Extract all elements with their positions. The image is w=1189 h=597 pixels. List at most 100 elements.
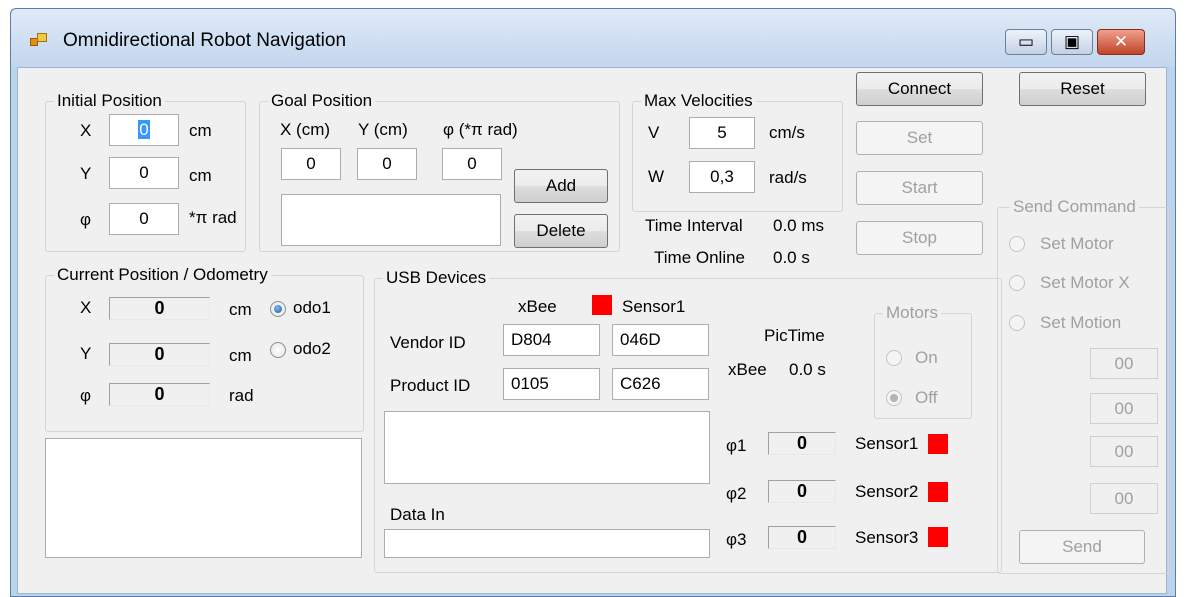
sensor2-label: Sensor2 xyxy=(855,482,919,501)
usb-output-textbox[interactable] xyxy=(384,411,710,484)
sensor1-status-indicator xyxy=(928,434,948,454)
goal-list[interactable] xyxy=(281,194,501,246)
minimize-button[interactable]: ▭ xyxy=(1005,29,1047,55)
xbee-vendor-id[interactable]: D804 xyxy=(503,324,600,356)
command-field-1[interactable]: 00 xyxy=(1090,348,1158,379)
xbee-time-label: xBee xyxy=(728,360,767,379)
delete-goal-button[interactable]: Delete xyxy=(514,214,608,248)
goal-phi-header: φ (*π rad) xyxy=(443,120,518,139)
data-in-input[interactable] xyxy=(384,529,710,558)
phi3-label: φ3 xyxy=(726,530,747,549)
data-in-label: Data In xyxy=(390,505,445,524)
goal-position-title: Goal Position xyxy=(268,91,376,111)
odo2-radio[interactable] xyxy=(270,342,286,358)
sensor3-label: Sensor3 xyxy=(855,528,919,547)
initial-y-input[interactable]: 0 xyxy=(109,157,179,189)
current-y-label: Y xyxy=(80,344,92,363)
motors-off-radio[interactable] xyxy=(886,390,902,406)
velocity-w-input[interactable]: 0,3 xyxy=(689,161,755,193)
phi1-value: 0 xyxy=(768,432,836,455)
initial-y-label: Y xyxy=(80,164,92,183)
phi2-label: φ2 xyxy=(726,484,747,503)
initial-phi-label: φ xyxy=(80,210,92,229)
window-title: Omnidirectional Robot Navigation xyxy=(63,30,347,51)
command-field-3[interactable]: 00 xyxy=(1090,436,1158,467)
odo2-label: odo2 xyxy=(293,339,331,358)
current-x-value: 0 xyxy=(109,297,210,320)
motors-title: Motors xyxy=(883,303,941,323)
stop-button[interactable]: Stop xyxy=(856,221,983,255)
command-field-2[interactable]: 00 xyxy=(1090,393,1158,424)
reset-button[interactable]: Reset xyxy=(1019,72,1146,106)
title-bar[interactable]: Omnidirectional Robot Navigation ▭ ▣ ✕ xyxy=(11,9,1175,67)
initial-position-title: Initial Position xyxy=(54,91,165,111)
velocity-w-label: W xyxy=(648,167,665,186)
velocity-v-input[interactable]: 5 xyxy=(689,117,755,149)
motors-off-label: Off xyxy=(915,388,938,407)
time-interval-value: 0.0 ms xyxy=(773,216,825,235)
initial-phi-unit: *π rad xyxy=(189,208,237,227)
add-goal-button[interactable]: Add xyxy=(514,169,608,203)
sensor2-status-indicator xyxy=(928,482,948,502)
goal-x-input[interactable]: 0 xyxy=(281,148,341,180)
close-icon: ✕ xyxy=(1113,32,1129,51)
form-client-area: Initial Position X 0 cm Y 0 cm φ 0 *π ra… xyxy=(17,67,1169,594)
motors-on-radio[interactable] xyxy=(886,350,902,366)
send-button[interactable]: Send xyxy=(1019,530,1145,564)
velocity-v-label: V xyxy=(648,123,660,142)
command-field-4[interactable]: 00 xyxy=(1090,483,1158,514)
current-position-title: Current Position / Odometry xyxy=(54,265,271,285)
goal-y-header: Y (cm) xyxy=(358,120,408,139)
motors-on-label: On xyxy=(915,348,938,367)
log-textbox[interactable] xyxy=(45,438,362,558)
goal-y-input[interactable]: 0 xyxy=(357,148,417,180)
phi3-value: 0 xyxy=(768,526,836,549)
maximize-button[interactable]: ▣ xyxy=(1051,29,1093,55)
set-motion-radio[interactable] xyxy=(1009,315,1025,331)
sensor1-header: Sensor1 xyxy=(622,297,686,316)
sensor-product-id[interactable]: C626 xyxy=(612,368,709,400)
current-y-value: 0 xyxy=(109,343,210,366)
connect-button[interactable]: Connect xyxy=(856,72,983,106)
vendor-id-label: Vendor ID xyxy=(390,333,466,352)
xbee-product-id[interactable]: 0105 xyxy=(503,368,600,400)
app-icon xyxy=(30,33,47,47)
initial-x-label: X xyxy=(80,121,92,140)
close-button[interactable]: ✕ xyxy=(1097,29,1145,55)
goal-phi-input[interactable]: 0 xyxy=(442,148,502,180)
xbee-header: xBee xyxy=(518,297,557,316)
odo1-label: odo1 xyxy=(293,298,331,317)
set-motor-x-radio[interactable] xyxy=(1009,275,1025,291)
phi2-value: 0 xyxy=(768,480,836,503)
initial-x-input[interactable]: 0 xyxy=(109,114,179,146)
max-velocities-title: Max Velocities xyxy=(641,91,756,111)
product-id-label: Product ID xyxy=(390,376,471,395)
initial-x-unit: cm xyxy=(189,121,212,140)
time-interval-label: Time Interval xyxy=(645,216,743,235)
xbee-time-value: 0.0 s xyxy=(789,360,826,379)
velocity-v-unit: cm/s xyxy=(769,123,805,142)
send-command-group: Send Command xyxy=(997,197,1169,574)
pictime-label: PicTime xyxy=(764,326,825,345)
time-online-label: Time Online xyxy=(654,248,746,267)
current-phi-label: φ xyxy=(80,386,92,405)
maximize-icon: ▣ xyxy=(1063,32,1081,51)
set-motor-radio[interactable] xyxy=(1009,236,1025,252)
time-online-value: 0.0 s xyxy=(773,248,810,267)
current-phi-unit: rad xyxy=(229,386,254,405)
initial-y-unit: cm xyxy=(189,166,212,185)
current-x-unit: cm xyxy=(229,300,252,319)
sensor3-status-indicator xyxy=(928,527,948,547)
sensor-vendor-id[interactable]: 046D xyxy=(612,324,709,356)
sensor1-label: Sensor1 xyxy=(855,434,919,453)
initial-phi-input[interactable]: 0 xyxy=(109,203,179,235)
odo1-radio[interactable] xyxy=(270,301,286,317)
start-button[interactable]: Start xyxy=(856,171,983,205)
current-x-label: X xyxy=(80,298,92,317)
velocity-w-unit: rad/s xyxy=(769,168,807,187)
set-motor-label: Set Motor xyxy=(1040,234,1114,253)
set-button[interactable]: Set xyxy=(856,121,983,155)
current-phi-value: 0 xyxy=(109,383,210,406)
set-motion-label: Set Motion xyxy=(1040,313,1122,332)
send-command-title: Send Command xyxy=(1010,197,1139,217)
